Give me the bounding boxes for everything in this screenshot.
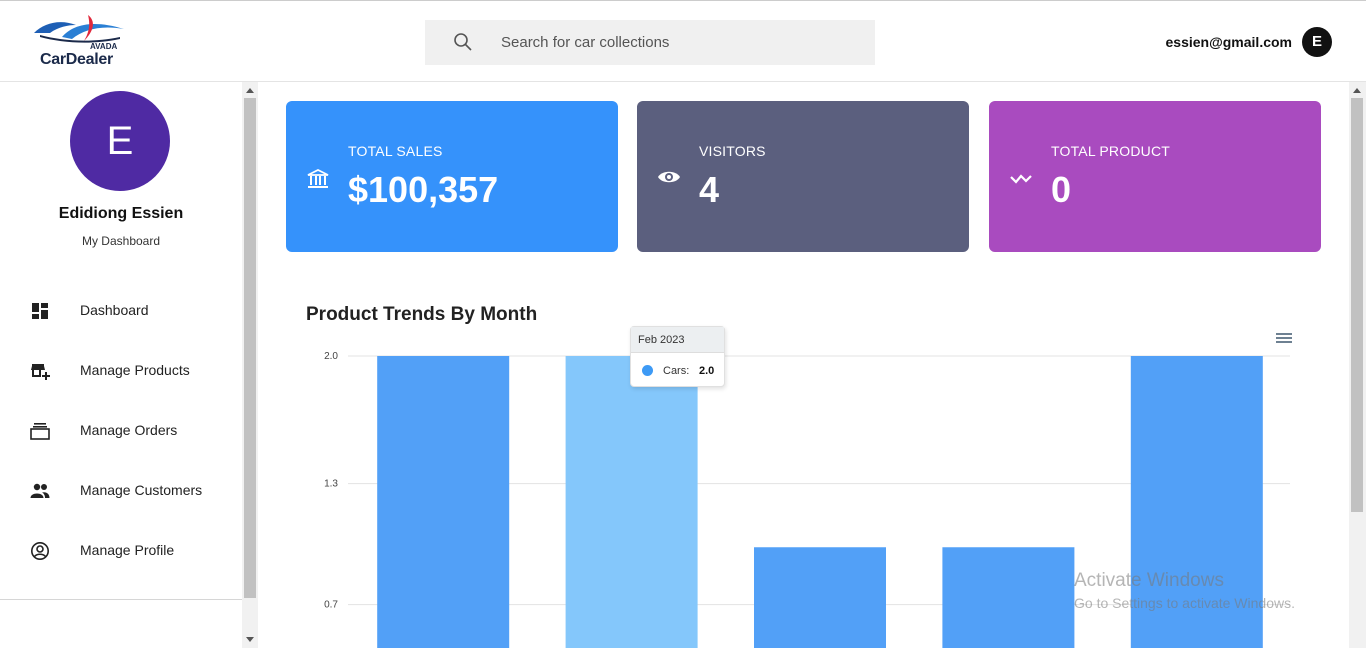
- visitors-card: VISITORS 4: [637, 101, 969, 252]
- total-sales-card: TOTAL SALES $100,357: [286, 101, 618, 252]
- sidebar-item-manage-profile[interactable]: Manage Profile: [0, 530, 242, 570]
- y-tick-label: 1.3: [324, 479, 338, 490]
- top-bar: AVADA CarDealer essien@gmail.com E: [0, 0, 1366, 82]
- chart-bar[interactable]: [565, 356, 698, 648]
- sidebar: E Edidiong Essien My Dashboard Dashboard…: [0, 82, 242, 648]
- sidebar-item-label: Manage Orders: [80, 422, 178, 438]
- profile-subtitle: My Dashboard: [81, 234, 161, 248]
- scrollbar-thumb[interactable]: [1351, 98, 1363, 512]
- chart-title: Product Trends By Month: [306, 304, 538, 325]
- search-input[interactable]: [501, 20, 861, 65]
- card-value: 4: [699, 169, 720, 210]
- sidebar-item-label: Manage Products: [80, 362, 190, 378]
- scrollbar-thumb[interactable]: [244, 98, 256, 598]
- user-email: essien@gmail.com: [1165, 34, 1292, 50]
- user-avatar[interactable]: E: [1302, 27, 1332, 57]
- search-icon[interactable]: [453, 32, 473, 52]
- total-product-card: TOTAL PRODUCT 0: [989, 101, 1321, 252]
- logo-brand-text: CarDealer: [40, 51, 113, 68]
- sidebar-item-manage-customers[interactable]: Manage Customers: [0, 470, 242, 510]
- windows-activation-watermark: Activate Windows Go to Settings to activ…: [1074, 570, 1295, 611]
- chart-tooltip: Feb 2023 Cars: 2.0: [630, 326, 725, 387]
- store-add-icon: [31, 364, 50, 380]
- card-label: TOTAL SALES: [348, 143, 443, 159]
- sidebar-item-label: Manage Customers: [80, 482, 203, 498]
- watermark-subtitle: Go to Settings to activate Windows.: [1074, 595, 1295, 611]
- sidebar-item-manage-products[interactable]: Manage Products: [0, 350, 242, 390]
- sidebar-item-manage-orders[interactable]: Manage Orders: [0, 410, 242, 450]
- people-icon: [30, 483, 50, 498]
- y-tick-label: 0.7: [324, 600, 338, 611]
- dashboard-icon: [32, 303, 48, 319]
- search-bar: [425, 20, 875, 65]
- card-label: VISITORS: [699, 143, 766, 159]
- bank-icon: [307, 168, 329, 188]
- chart-bar[interactable]: [754, 547, 886, 648]
- account-circle-icon: [31, 542, 49, 560]
- sidebar-scrollbar[interactable]: [242, 82, 258, 648]
- sidebar-item-label: Dashboard: [80, 302, 149, 318]
- scroll-down-arrow-icon[interactable]: [246, 637, 254, 642]
- card-label: TOTAL PRODUCT: [1051, 143, 1171, 159]
- sidebar-divider: [0, 599, 242, 600]
- chart-bar[interactable]: [942, 547, 1075, 648]
- series-dot-icon: [642, 365, 653, 376]
- main-scrollbar[interactable]: [1349, 82, 1366, 648]
- cardealer-logo[interactable]: AVADA CarDealer: [32, 11, 128, 71]
- y-tick-label: 2.0: [324, 351, 338, 362]
- eye-icon: [658, 171, 680, 183]
- profile-avatar: E: [70, 91, 170, 191]
- sidebar-item-dashboard[interactable]: Dashboard: [0, 290, 242, 330]
- chart-bar[interactable]: [377, 356, 510, 648]
- logo-sub-text: AVADA: [90, 42, 118, 51]
- tooltip-series-name: Cars:: [663, 365, 690, 377]
- scroll-up-arrow-icon[interactable]: [1353, 88, 1361, 93]
- card-value: $100,357: [348, 169, 499, 210]
- trend-icon: [1010, 174, 1032, 184]
- orders-icon: [30, 423, 50, 440]
- profile-name: Edidiong Essien: [58, 205, 184, 222]
- tooltip-value: 2.0: [699, 365, 715, 377]
- card-value: 0: [1051, 169, 1072, 210]
- watermark-title: Activate Windows: [1074, 570, 1224, 591]
- scroll-up-arrow-icon[interactable]: [246, 88, 254, 93]
- tooltip-header: Feb 2023: [631, 327, 724, 353]
- sidebar-item-label: Manage Profile: [80, 542, 175, 558]
